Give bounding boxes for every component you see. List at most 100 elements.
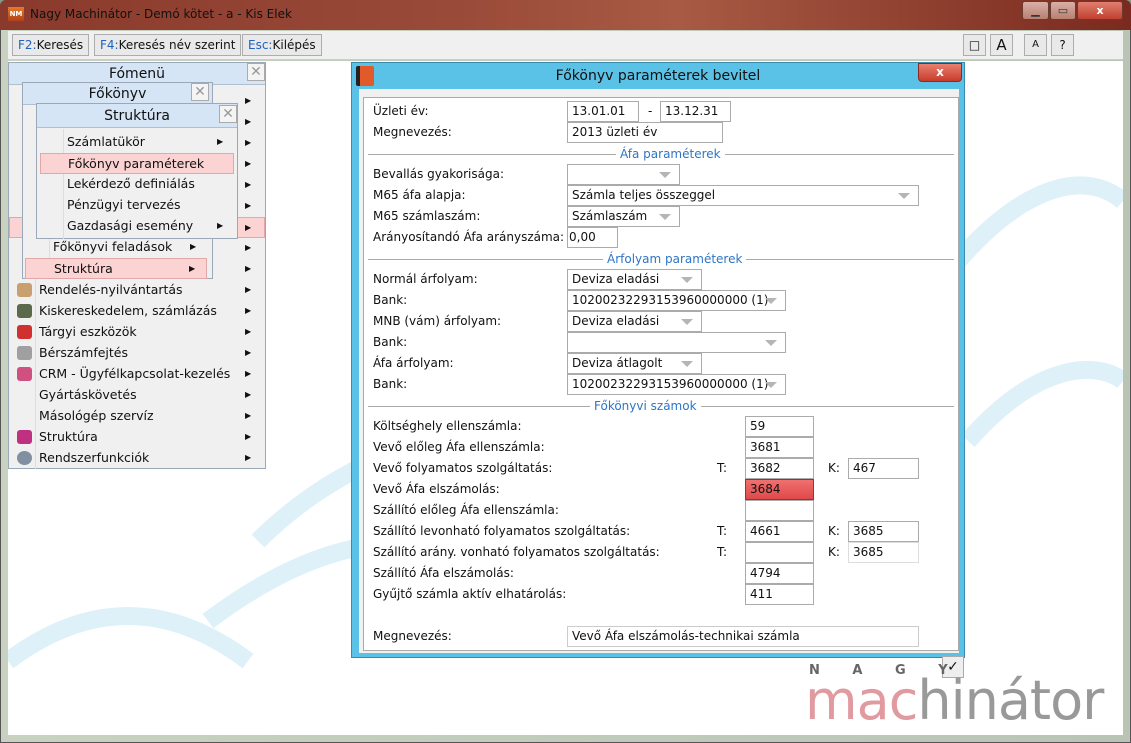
debit-label: T:	[717, 461, 728, 475]
section-exchange-title: Árfolyam paraméterek	[603, 252, 747, 266]
label: Áfa árfolyam:	[373, 356, 454, 370]
window-title: Nagy Machinátor - Demó kötet - a - Kis E…	[30, 7, 292, 21]
bank-dropdown-3[interactable]: 10200232293153960000000 (1)	[567, 374, 786, 395]
debit-account-input[interactable]	[745, 500, 814, 521]
year-start-input[interactable]: 13.01.01	[567, 101, 639, 122]
gears-icon	[17, 451, 32, 465]
vat-rate-dropdown[interactable]: Deviza átlagolt	[567, 353, 702, 374]
filing-frequency-dropdown[interactable]	[567, 164, 680, 185]
menu-item[interactable]: Főkönyvi feladások ▶	[23, 237, 212, 258]
font-larger-button[interactable]: A	[990, 34, 1013, 56]
parameters-form: Üzleti év: 13.01.01 - 13.12.31 Megnevezé…	[363, 97, 959, 651]
credit-account-input[interactable]: 3685	[848, 521, 919, 542]
bank-dropdown-1[interactable]: 10200232293153960000000 (1)	[567, 290, 786, 311]
debit-account-input[interactable]: 4661	[745, 521, 814, 542]
menu-item[interactable]: Gazdasági esemény ▶	[37, 216, 237, 237]
shortcut-key: F2:	[18, 38, 37, 52]
year-end-input[interactable]: 13.12.31	[660, 101, 731, 122]
mnb-rate-dropdown[interactable]: Deviza eladási	[567, 311, 702, 332]
menu-item-label: Főkönyvi feladások	[53, 239, 173, 254]
bank-dropdown-2[interactable]	[567, 332, 786, 353]
debit-account-input[interactable]: 411	[745, 584, 814, 605]
label: Bank:	[373, 335, 408, 349]
menu-item[interactable]: Kiskereskedelem, számlázás ▶	[9, 301, 265, 322]
window-mode-button[interactable]: □	[963, 34, 986, 56]
menu-item-label: CRM - Ügyfélkapcsolat-kezelés	[39, 366, 231, 381]
debit-label: T:	[717, 545, 728, 559]
toolbar: F2:Keresés F4:Keresés név szerint Esc:Ki…	[8, 31, 1123, 60]
struktura-menu-panel: Struktúra ✕ Számlatükör ▶ Főkönyv paramét…	[36, 103, 238, 239]
help-button[interactable]: ?	[1051, 34, 1074, 56]
menu-item[interactable]: Struktúra ▶	[9, 427, 265, 448]
debit-account-input[interactable]: 59	[745, 416, 814, 437]
close-icon[interactable]: ✕	[219, 105, 237, 123]
cube-icon	[17, 430, 32, 444]
proportional-vat-ratio-input[interactable]: 0,00	[567, 227, 618, 248]
search-by-name-button[interactable]: F4:Keresés név szerint	[94, 34, 242, 56]
debit-account-input[interactable]: 3684	[745, 479, 814, 500]
year-name-input[interactable]: 2013 üzleti év	[567, 122, 723, 143]
nagy-machinator-logo: N A G Y machinátor	[805, 663, 1104, 728]
menu-item[interactable]: Rendelés-nyilvántartás ▶	[9, 280, 265, 301]
menu-item[interactable]: Lekérdező definiálás	[37, 174, 237, 195]
credit-account-input[interactable]: 3685	[848, 542, 919, 563]
menu-item[interactable]: CRM - Ügyfélkapcsolat-kezelés ▶	[9, 364, 265, 385]
account-label: Költséghely ellenszámla:	[373, 419, 522, 433]
account-label: Vevő Áfa elszámolás:	[373, 482, 500, 496]
account-name-input[interactable]: Vevő Áfa elszámolás-technikai számla	[567, 626, 919, 647]
minimize-button[interactable]: ▁	[1022, 1, 1049, 20]
cash-register-icon	[17, 304, 32, 318]
menu-item[interactable]: Gyártáskövetés ▶	[9, 385, 265, 406]
menu-item-label: Bérszámfejtés	[39, 345, 128, 360]
maximize-button[interactable]: ▭	[1050, 1, 1076, 20]
menu-item-fokonyv-parameterek[interactable]: Főkönyv paraméterek	[40, 153, 234, 174]
menu-item-label: Tárgyi eszközök	[39, 324, 137, 339]
label: Bank:	[373, 377, 408, 391]
debit-account-input[interactable]: 3681	[745, 437, 814, 458]
label: Bevallás gyakorisága:	[373, 167, 504, 181]
menu-item[interactable]: Rendszerfunkciók ▶	[9, 448, 265, 469]
close-icon[interactable]: ✕	[191, 83, 209, 101]
credit-account-input[interactable]: 467	[848, 458, 919, 479]
label: M65 számlaszám:	[373, 209, 481, 223]
credit-label: K:	[828, 461, 840, 475]
menu-item[interactable]: Számlatükör ▶	[37, 132, 237, 153]
credit-label: K:	[828, 545, 840, 559]
exit-button[interactable]: Esc:Kilépés	[242, 34, 322, 56]
menu-item-label: Struktúra	[39, 429, 98, 444]
shortcut-key: Esc:	[248, 38, 273, 52]
logo-text-part1: mac	[805, 669, 918, 732]
menu-item[interactable]: Másológép szervíz ▶	[9, 406, 265, 427]
normal-rate-dropdown[interactable]: Deviza eladási	[567, 269, 702, 290]
section-accounts-title: Főkönyvi számok	[590, 399, 701, 413]
menu-item-label: Főkönyv paraméterek	[68, 156, 205, 171]
m65-invoice-number-dropdown[interactable]: Számlaszám	[567, 206, 680, 227]
logo-text-part2: hinátor	[917, 669, 1104, 732]
search-button[interactable]: F2:Keresés	[12, 34, 90, 56]
button-label: Keresés	[36, 38, 84, 52]
menu-item-label: Rendelés-nyilvántartás	[39, 282, 183, 297]
account-label: Szállító előleg Áfa ellenszámla:	[373, 503, 559, 517]
dialog-body: Üzleti év: 13.01.01 - 13.12.31 Megnevezé…	[359, 89, 964, 678]
menu-item[interactable]: Tárgyi eszközök ▶	[9, 322, 265, 343]
dialog-close-button[interactable]: x	[918, 63, 962, 82]
m65-vat-base-dropdown[interactable]: Számla teljes összeggel	[567, 185, 919, 206]
menu-item-struktura[interactable]: Struktúra ▶	[25, 258, 207, 279]
menu-item-label: Pénzügyi tervezés	[67, 197, 181, 212]
close-window-button[interactable]: x	[1077, 1, 1123, 20]
menu-item-label: Lekérdező definiálás	[67, 176, 195, 191]
debit-account-input[interactable]: 3682	[745, 458, 814, 479]
menu-item[interactable]: Pénzügyi tervezés	[37, 195, 237, 216]
parameters-dialog: Főkönyv paraméterek bevitel x Üzleti év:…	[351, 62, 965, 678]
menu-item[interactable]: Bérszámfejtés ▶	[9, 343, 265, 364]
debit-label: T:	[717, 524, 728, 538]
close-icon[interactable]: ✕	[247, 63, 265, 81]
menu-item-label: Rendszerfunkciók	[39, 450, 150, 465]
label: Normál árfolyam:	[373, 272, 478, 286]
font-smaller-button[interactable]: A	[1024, 34, 1047, 56]
menu-item-label: Kiskereskedelem, számlázás	[39, 303, 217, 318]
payroll-icon	[17, 346, 32, 360]
debit-account-input[interactable]	[745, 542, 814, 563]
shortcut-key: F4:	[100, 38, 119, 52]
debit-account-input[interactable]: 4794	[745, 563, 814, 584]
